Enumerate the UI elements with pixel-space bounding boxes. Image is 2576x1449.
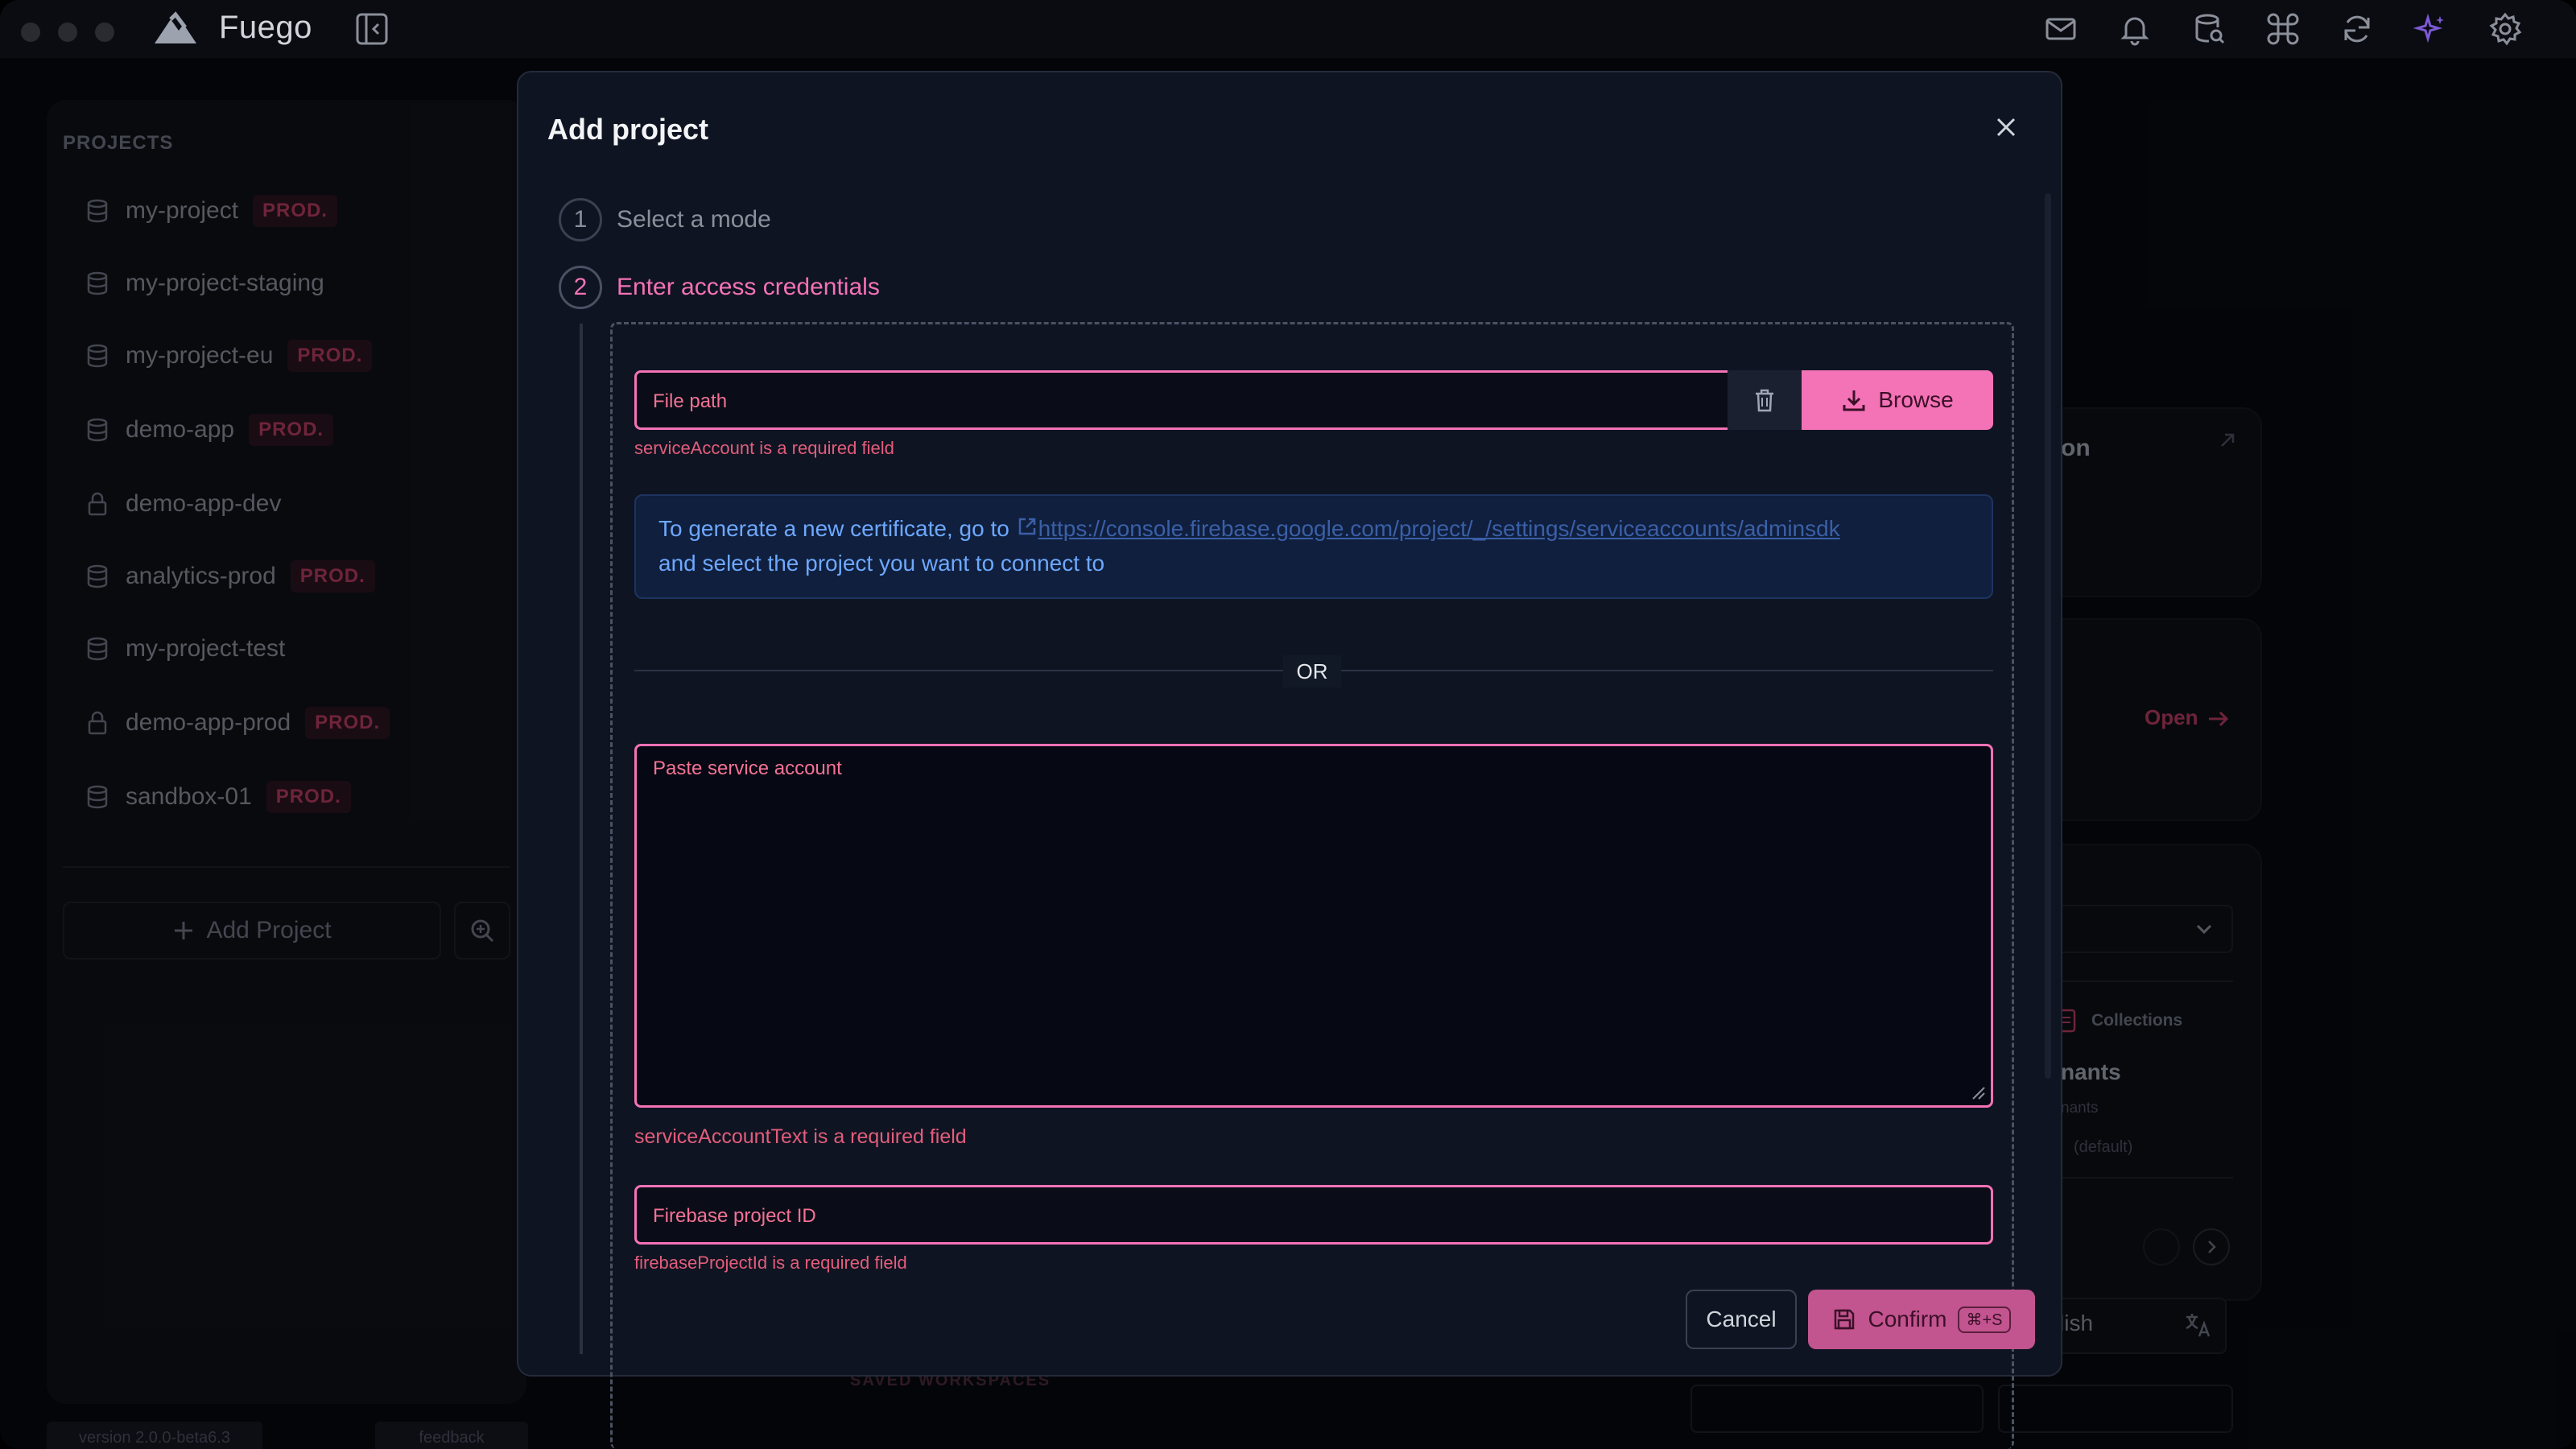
- resize-handle-icon[interactable]: [1970, 1084, 1986, 1100]
- step-number: 1: [559, 198, 602, 242]
- bell-icon[interactable]: [2117, 11, 2153, 47]
- or-label: OR: [1283, 655, 1341, 687]
- settings-gear-icon[interactable]: [2487, 11, 2523, 47]
- file-path-input[interactable]: File path: [634, 370, 1728, 430]
- service-account-error: serviceAccountText is a required field: [634, 1125, 967, 1148]
- sparkles-icon[interactable]: [2413, 11, 2449, 47]
- step-label: Enter access credentials: [617, 274, 880, 300]
- fuego-logo-icon: [155, 11, 196, 43]
- trash-icon: [1756, 389, 1773, 412]
- firebase-project-id-error: firebaseProjectId is a required field: [634, 1253, 907, 1273]
- certificate-info-box: To generate a new certificate, go to htt…: [634, 494, 1993, 599]
- step-connector-line: [580, 324, 583, 1354]
- refresh-icon[interactable]: [2339, 11, 2375, 47]
- window-close-dot[interactable]: [21, 23, 40, 42]
- info-suffix: and select the project you want to conne…: [658, 551, 1105, 576]
- window-maximize-dot[interactable]: [95, 23, 114, 42]
- step-label: Select a mode: [617, 206, 771, 233]
- external-link-icon: [1018, 518, 1035, 535]
- modal-scrollbar[interactable]: [2045, 193, 2051, 1079]
- mail-icon[interactable]: [2043, 11, 2079, 47]
- browse-label: Browse: [1878, 387, 1954, 412]
- info-line-1: To generate a new certificate, go to htt…: [658, 515, 1840, 542]
- firebase-project-id-input[interactable]: Firebase project ID: [634, 1185, 1993, 1245]
- cancel-button[interactable]: Cancel: [1686, 1290, 1797, 1349]
- title-bar: Fuego: [0, 0, 2576, 58]
- clear-file-button[interactable]: [1728, 370, 1802, 430]
- command-icon[interactable]: [2265, 11, 2301, 47]
- confirm-button[interactable]: Confirm ⌘+S: [1808, 1290, 2035, 1349]
- service-account-textarea[interactable]: Paste service account: [634, 744, 1993, 1108]
- download-icon: [1843, 390, 1865, 411]
- firebase-console-link[interactable]: https://console.firebase.google.com/proj…: [1038, 516, 1840, 541]
- window-minimize-dot[interactable]: [58, 23, 77, 42]
- step-access-credentials[interactable]: 2 Enter access credentials: [559, 266, 880, 309]
- modal-title: Add project: [547, 113, 709, 146]
- confirm-shortcut: ⌘+S: [1958, 1306, 2011, 1333]
- add-project-modal: Add project 1 Select a mode 2 Enter acce…: [517, 71, 2062, 1449]
- info-prefix: To generate a new certificate, go to: [658, 516, 1009, 541]
- database-search-icon[interactable]: [2191, 11, 2227, 47]
- sidebar-toggle-icon[interactable]: [354, 11, 390, 47]
- confirm-label: Confirm: [1868, 1307, 1947, 1331]
- close-icon[interactable]: [1988, 109, 2024, 145]
- save-icon: [1835, 1309, 1855, 1330]
- app-window: Fuego PROJECTS my-project PROD. my-proje…: [0, 0, 2576, 1449]
- firebase-project-id-placeholder: Firebase project ID: [653, 1205, 816, 1227]
- step-select-mode[interactable]: 1 Select a mode: [559, 198, 771, 242]
- app-name: Fuego: [219, 10, 312, 45]
- step-number: 2: [559, 266, 602, 309]
- browse-button[interactable]: Browse: [1802, 370, 1993, 430]
- file-path-error: serviceAccount is a required field: [634, 438, 894, 458]
- file-path-placeholder: File path: [653, 390, 728, 412]
- service-account-placeholder: Paste service account: [653, 758, 842, 779]
